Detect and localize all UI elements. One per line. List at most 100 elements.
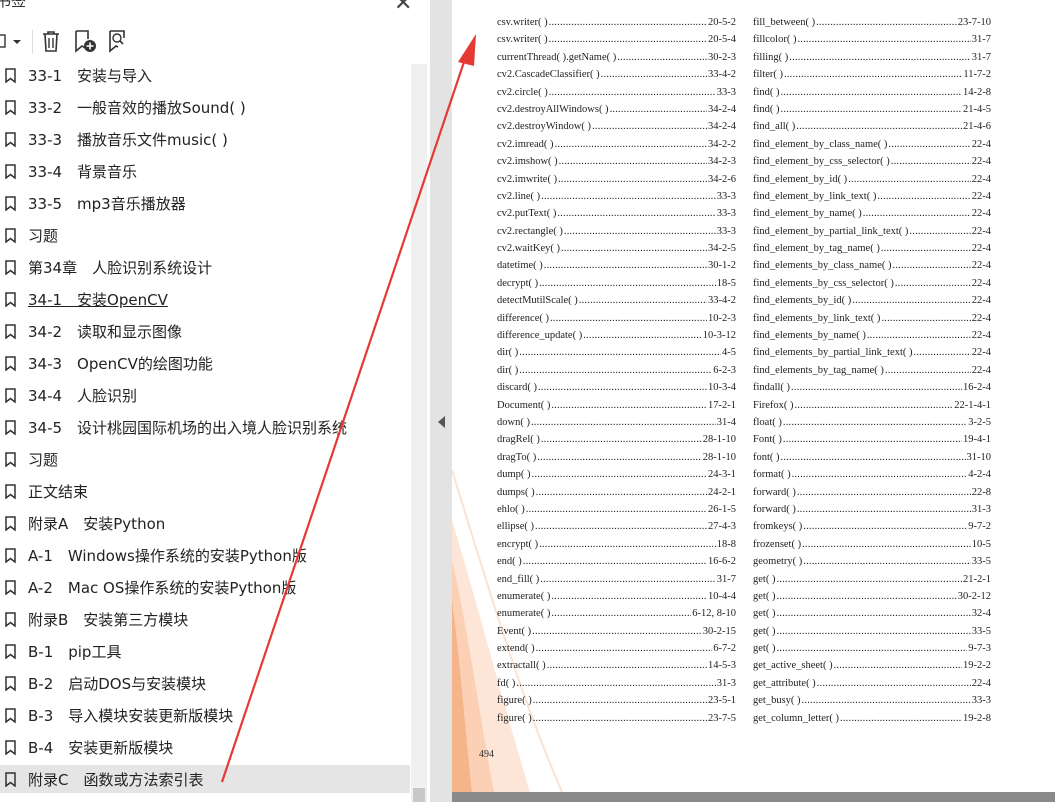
scrollbar-track[interactable] [411,64,427,802]
entry-name: findall( ) [753,382,791,394]
leader-dots [564,223,716,240]
leader-dots [895,275,971,292]
entry-page: 22-4 [971,243,991,255]
left-index-entry: cv2.circle( ) 33-3 [497,84,736,101]
scrollbar-thumb[interactable] [413,788,425,802]
entry-page: 31-10 [966,451,992,463]
add-bookmark-button[interactable] [72,26,98,56]
bookmark-item[interactable]: 习题 [0,445,410,473]
entry-page: 9-7-3 [968,643,991,655]
leader-dots [601,66,707,83]
bookmark-item[interactable]: 附录A 安装Python [0,509,410,537]
entry-name: cv2.CascadeClassifier( ) [497,69,600,81]
entry-page: 21-2-1 [963,573,991,585]
bookmark-item[interactable]: 正文结束 [0,477,410,505]
bookmark-item[interactable]: A-2 Mac OS操作系统的安装Python版 [0,573,410,601]
bookmark-item[interactable]: 34-1 安装OpenCV [0,285,410,313]
bookmark-item[interactable]: 33-4 背景音乐 [0,157,410,185]
bookmark-item[interactable]: B-3 导入模块安装更新版模块 [0,701,410,729]
left-index-entry: enumerate( ) 6-12, 8-10 [497,605,736,622]
left-index-entry: Event( ) 30-2-15 [497,623,736,640]
find-bookmark-button[interactable] [106,26,132,56]
entry-page: 30-2-12 [957,590,991,602]
entry-name: geometry( ) [753,556,803,568]
leader-dots [610,101,707,118]
entry-name: cv2.waitKey( ) [497,243,560,255]
leader-dots [544,257,707,274]
right-index-entry: get( ) 30-2-12 [753,588,991,605]
bookmark-item[interactable]: 33-5 mp3音乐播放器 [0,189,410,217]
bookmark-item[interactable]: 33-2 一般音效的播放Sound( ) [0,93,410,121]
entry-name: get_attribute( ) [753,677,816,689]
bookmark-item[interactable]: 33-1 安装与导入 [0,61,410,89]
entry-name: Firefox( ) [753,399,794,411]
bookmark-item[interactable]: A-1 Windows操作系统的安装Python版 [0,541,410,569]
right-index-entry: get_active_sheet( ) 19-2-2 [753,657,991,674]
entry-name: find_element_by_id( ) [753,173,848,185]
bookmark-item[interactable]: 34-3 OpenCV的绘图功能 [0,349,410,377]
right-index-entry: find_element_by_css_selector( ) 22-4 [753,153,991,170]
entry-name: cv2.imshow( ) [497,156,558,168]
right-index-entry: forward( ) 22-8 [753,484,991,501]
right-index-entry: fill_between( ) 23-7-10 [753,14,991,31]
leader-dots [797,501,971,518]
leader-dots [539,275,716,292]
leader-dots [555,136,707,153]
bookmark-item[interactable]: B-1 pip工具 [0,637,410,665]
bookmark-icon [5,323,16,339]
delete-bookmark-button[interactable] [38,26,64,56]
bookmark-label: B-4 安装更新版模块 [28,738,174,757]
entry-page: 21-4-6 [963,121,991,133]
bookmark-item[interactable]: B-2 启动DOS与安装模块 [0,669,410,697]
bookmark-item[interactable]: 第34章 人脸识别系统设计 [0,253,410,281]
collapse-panel-icon[interactable] [438,416,445,428]
left-index-entry: cv2.imshow( ) 34-2-3 [497,153,736,170]
left-index-entry: encrypt( ) 18-8 [497,536,736,553]
bookmark-item[interactable]: 附录B 安装第三方模块 [0,605,410,633]
entry-page: 19-2-2 [963,660,991,672]
bookmark-item[interactable]: 附录C 函数或方法索引表 [0,765,410,793]
entry-name: difference( ) [497,312,549,324]
left-index-entry: dir( ) 4-5 [497,344,736,361]
leader-dots [834,657,962,674]
entry-name: end_fill( ) [497,573,540,585]
entry-page: 31-7 [971,51,991,63]
page-bottom-edge [452,792,1055,802]
bookmark-item[interactable]: 34-5 设计桃园国际机场的出入境人脸识别系统 [0,413,410,441]
leader-dots [523,553,707,570]
expand-options-button[interactable] [0,26,26,56]
right-index-entry: find_all( ) 21-4-6 [753,118,991,135]
left-index-entry: cv2.line( ) 33-3 [497,188,736,205]
right-index-entry: get( ) 32-4 [753,605,991,622]
bookmark-icon [5,419,16,435]
entry-name: enumerate( ) [497,590,551,602]
leader-dots [617,49,707,66]
entry-name: get( ) [753,608,776,620]
panel-splitter[interactable] [430,0,452,802]
entry-page: 23-7-5 [708,712,736,724]
entry-name: find_element_by_name( ) [753,208,862,220]
bookmark-label: 33-1 安装与导入 [28,66,153,85]
bookmark-item[interactable]: 34-2 读取和显示图像 [0,317,410,345]
right-index-entry: find_element_by_class_name( ) 22-4 [753,136,991,153]
leader-dots [803,553,970,570]
bookmark-item[interactable]: 33-3 播放音乐文件music( ) [0,125,410,153]
entry-name: fd( ) [497,677,516,689]
leader-dots [776,571,962,588]
entry-page: 19-4-1 [963,434,991,446]
entry-name: find_element_by_partial_link_text( ) [753,225,909,237]
entry-page: 34-2-6 [708,173,736,185]
left-index-entry: csv.writer( ) 20-5-2 [497,14,736,31]
bookmark-item[interactable]: 习题 [0,221,410,249]
bookmark-item[interactable]: 34-4 人脸识别 [0,381,410,409]
entry-page: 27-4-3 [708,521,736,533]
leader-dots [540,571,715,588]
entry-name: dir( ) [497,347,519,359]
left-index-entry: detectMutilScale( ) 33-4-2 [497,292,736,309]
close-panel-button[interactable]: ✕ [394,0,412,16]
left-index-entry: ehlo( ) 26-1-5 [497,501,736,518]
bookmark-label: 第34章 人脸识别系统设计 [28,258,213,277]
entry-page: 22-4 [971,312,991,324]
right-index-entry: find_element_by_name( ) 22-4 [753,205,991,222]
bookmark-item[interactable]: B-4 安装更新版模块 [0,733,410,761]
